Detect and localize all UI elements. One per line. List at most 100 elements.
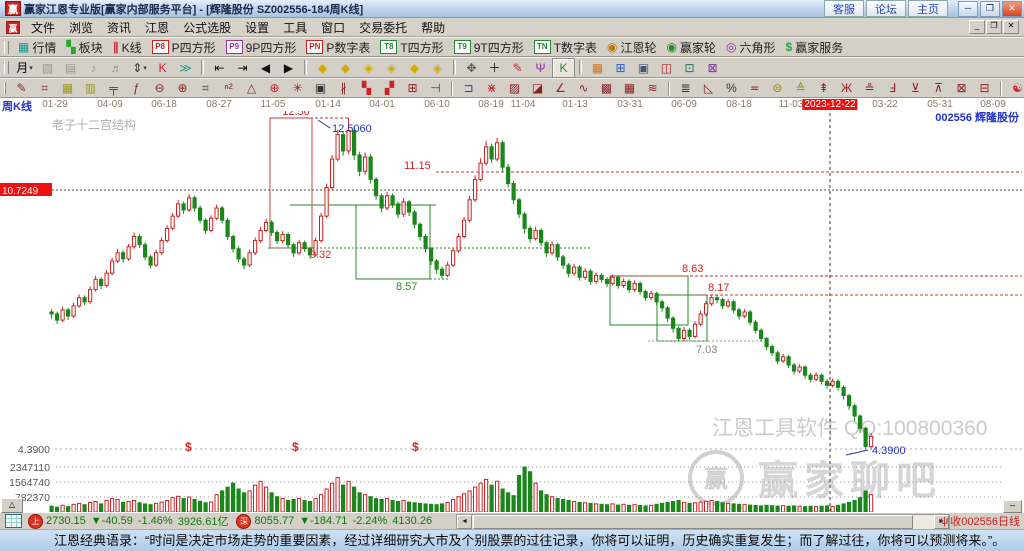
nav-tool-4-1-icon[interactable]: ⊞ <box>609 58 632 78</box>
mdi-button-2[interactable]: ✕ <box>1003 20 1019 34</box>
draw-tool-1-1-icon[interactable]: ⋇ <box>480 78 503 98</box>
feature-hexagon-button[interactable]: ◎ 六角形 <box>721 39 781 56</box>
draw-tool-2-0-icon[interactable]: ≣ <box>674 78 697 98</box>
menu-item-6[interactable]: 工具 <box>276 18 314 37</box>
receive-daily-link[interactable]: 收002556日线 <box>950 513 1022 529</box>
nav-tool-4-3-icon[interactable]: ◫ <box>655 58 678 78</box>
draw-tool-2-11-icon[interactable]: ⊼ <box>927 78 950 98</box>
nav-tool-2-2-icon[interactable]: ◈ <box>357 58 380 78</box>
nav-tool-2-4-icon[interactable]: ◆ <box>403 58 426 78</box>
draw-tool-1-2-icon[interactable]: ▨ <box>503 78 526 98</box>
draw-tool-2-8-icon[interactable]: ≗ <box>858 78 881 98</box>
feature-p-number-table-button[interactable]: PN P数字表 <box>301 39 375 56</box>
nav-tool-2-1-icon[interactable]: ◆ <box>334 58 357 78</box>
nav-tool-1-3-icon[interactable]: ▶ <box>277 58 300 78</box>
nav-tool-0-7-icon[interactable]: ≫ <box>174 58 197 78</box>
nav-tool-4-5-icon[interactable]: ⊠ <box>701 58 724 78</box>
draw-tool-1-8-icon[interactable]: ≋ <box>641 78 664 98</box>
draw-tool-0-18-icon[interactable]: ⊣ <box>424 78 447 98</box>
chart-scrollbar[interactable]: ◄ ► <box>456 514 950 530</box>
draw-tool-0-4-icon[interactable]: ╤ <box>102 78 125 98</box>
nav-tool-4-4-icon[interactable]: ⊡ <box>678 58 701 78</box>
title-bar[interactable]: 赢 赢家江恩专业版[赢家内部服务平台] - [辉隆股份 SZ002556-184… <box>0 0 1024 18</box>
draw-tool-1-7-icon[interactable]: ▦ <box>618 78 641 98</box>
draw-tool-2-13-icon[interactable]: ⊟ <box>973 78 996 98</box>
feature-winner-wheel-button[interactable]: ◉ 赢家轮 <box>662 39 722 56</box>
draw-tool-2-5-icon[interactable]: ≙ <box>789 78 812 98</box>
draw-tool-2-10-icon[interactable]: ⊻ <box>904 78 927 98</box>
draw-tool-0-6-icon[interactable]: ⊖ <box>148 78 171 98</box>
nav-tool-0-4-icon[interactable]: ♬ <box>105 58 128 78</box>
nav-tool-2-5-icon[interactable]: ◈ <box>426 58 449 78</box>
draw-tool-0-17-icon[interactable]: ⊞ <box>401 78 424 98</box>
maximize-button[interactable]: ❐ <box>980 0 1000 17</box>
menu-item-4[interactable]: 公式选股 <box>176 18 238 37</box>
feature-sectors-button[interactable]: ▚ 板块 <box>61 39 107 56</box>
draw-tool-0-5-icon[interactable]: ƒ <box>125 78 148 98</box>
feature-gann-wheel-button[interactable]: ◉ 江恩轮 <box>602 39 662 56</box>
nav-tool-0-2-icon[interactable]: ▤ <box>59 58 82 78</box>
draw-tool-0-11-icon[interactable]: ⊕ <box>263 78 286 98</box>
nav-tool-3-4-icon[interactable]: K <box>552 57 575 78</box>
close-button[interactable]: ✕ <box>1002 0 1022 17</box>
feature-t-square-button[interactable]: T8 T四方形 <box>375 39 448 56</box>
nav-tool-3-3-icon[interactable]: Ψ <box>529 58 552 78</box>
nav-tool-2-0-icon[interactable]: ◆ <box>311 58 334 78</box>
nav-tool-0-6-icon[interactable]: K <box>151 58 174 78</box>
menu-item-1[interactable]: 浏览 <box>62 18 100 37</box>
feature-9p-square-button[interactable]: P9 9P四方形 <box>221 39 302 56</box>
draw-tool-2-1-icon[interactable]: ◺ <box>697 78 720 98</box>
minimize-button[interactable]: ─ <box>958 0 978 17</box>
feature-9t-square-button[interactable]: T9 9T四方形 <box>449 39 529 56</box>
nav-tool-3-1-icon[interactable]: ＋ <box>483 58 506 78</box>
menu-item-7[interactable]: 窗口 <box>314 18 352 37</box>
menu-item-2[interactable]: 资讯 <box>100 18 138 37</box>
nav-tool-0-1-icon[interactable]: ▧ <box>36 58 59 78</box>
feature-winner-service-button[interactable]: $ 赢家服务 <box>781 39 849 56</box>
menu-item-3[interactable]: 江恩 <box>138 18 176 37</box>
draw-tool-2-2-icon[interactable]: % <box>720 78 743 98</box>
service-button-1[interactable]: 论坛 <box>866 0 906 17</box>
feature-p-square-button[interactable]: P8 P四方形 <box>147 39 221 56</box>
draw-tool-2-4-icon[interactable]: ⊜ <box>766 78 789 98</box>
draw-tool-0-15-icon[interactable]: ▚ <box>355 78 378 98</box>
draw-tool-0-0-icon[interactable]: ✎ <box>10 78 33 98</box>
draw-tool-3-0-icon[interactable]: ☯ <box>1006 78 1024 98</box>
draw-tool-1-5-icon[interactable]: ∿ <box>572 78 595 98</box>
draw-tool-0-12-icon[interactable]: ✳ <box>286 78 309 98</box>
draw-tool-0-16-icon[interactable]: ▞ <box>378 78 401 98</box>
sz-index-icon[interactable]: 深 <box>236 513 252 529</box>
draw-tool-1-4-icon[interactable]: ∠ <box>549 78 572 98</box>
draw-tool-2-7-icon[interactable]: Ж <box>835 78 858 98</box>
feature-kline-button[interactable]: ∥ K线 <box>108 39 147 56</box>
draw-tool-2-6-icon[interactable]: ⇞ <box>812 78 835 98</box>
quotes-grid-icon[interactable] <box>5 514 22 528</box>
mdi-button-0[interactable]: _ <box>969 20 985 34</box>
pane-expand-button[interactable]: △ <box>1 498 23 513</box>
menu-item-9[interactable]: 帮助 <box>414 18 452 37</box>
sh-index-icon[interactable]: 上 <box>28 513 43 529</box>
pane-collapse-button[interactable]: – <box>1003 500 1022 513</box>
draw-tool-0-14-icon[interactable]: ∦ <box>332 78 355 98</box>
nav-tool-4-0-icon[interactable]: ▦ <box>586 58 609 78</box>
nav-tool-0-5-icon[interactable]: ⇕ ▾ <box>128 58 151 78</box>
mdi-button-1[interactable]: ❐ <box>986 20 1002 34</box>
nav-tool-3-0-icon[interactable]: ✥ <box>460 58 483 78</box>
draw-tool-1-0-icon[interactable]: ⊐ <box>457 78 480 98</box>
candlestick-volume-svg[interactable]: 江恩工具软件 QQ:100800360 赢 赢家聊吧 10.7249 4.3900 234… <box>0 98 1024 512</box>
draw-tool-0-1-icon[interactable]: ⌗ <box>33 78 56 98</box>
nav-tool-1-1-icon[interactable]: ⇥ <box>231 58 254 78</box>
kline-chart-pane[interactable]: 江恩工具软件 QQ:100800360 赢 赢家聊吧 10.7249 4.3900 234… <box>0 98 1024 513</box>
draw-tool-0-8-icon[interactable]: ⌗ <box>194 78 217 98</box>
draw-tool-0-13-icon[interactable]: ▣ <box>309 78 332 98</box>
draw-tool-0-3-icon[interactable]: ▥ <box>79 78 102 98</box>
draw-tool-1-6-icon[interactable]: ▩ <box>595 78 618 98</box>
service-button-2[interactable]: 主页 <box>908 0 948 17</box>
draw-tool-0-10-icon[interactable]: △ <box>240 78 263 98</box>
draw-tool-0-7-icon[interactable]: ⊕ <box>171 78 194 98</box>
scroll-thumb[interactable] <box>473 515 913 529</box>
nav-tool-0-3-icon[interactable]: ♪ <box>82 58 105 78</box>
nav-tool-1-2-icon[interactable]: ◀ <box>254 58 277 78</box>
menu-item-0[interactable]: 文件 <box>24 18 62 37</box>
nav-tool-0-0-icon[interactable]: 月 ▾ <box>13 58 36 78</box>
